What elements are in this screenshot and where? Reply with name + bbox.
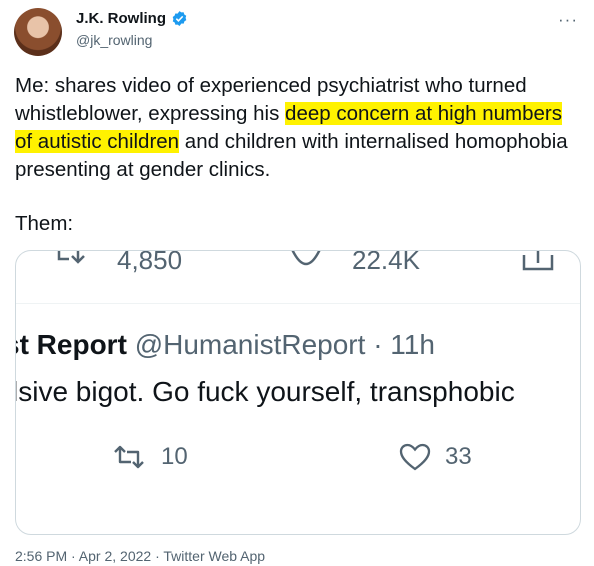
like-icon-top — [291, 251, 321, 266]
top-like-count: 22.4K — [352, 250, 420, 275]
reply-display-name: st Report — [15, 329, 127, 360]
verified-badge-icon — [172, 11, 187, 26]
author-name[interactable]: J.K. Rowling — [76, 10, 166, 27]
reply-retweet: 10 — [111, 443, 188, 471]
reply-text: lsive bigot. Go fuck yourself, transphob… — [15, 376, 515, 407]
tweet-them: Them: — [15, 212, 74, 235]
embed-top-action-bar: 4,850 22.4K — [16, 251, 580, 304]
reply-retweet-count: 10 — [161, 443, 188, 470]
retweet-icon-top — [57, 251, 85, 264]
reply-like: 33 — [399, 443, 472, 471]
tweet-timestamp[interactable]: 2:56 PM · Apr 2, 2022 · Twitter Web App — [15, 548, 265, 564]
reply-like-count: 33 — [445, 443, 472, 470]
avatar[interactable] — [14, 8, 62, 56]
reply-handle-time: @HumanistReport · 11h — [134, 329, 435, 360]
embedded-screenshot[interactable]: 4,850 22.4K st Report @HumanistReport · … — [15, 250, 581, 535]
share-icon-top — [522, 251, 554, 271]
reply-author-row: st Report @HumanistReport · 11h — [15, 329, 435, 361]
heart-icon — [399, 443, 431, 471]
author-handle[interactable]: @jk_rowling — [76, 32, 152, 48]
more-options-icon[interactable]: ··· — [558, 10, 578, 30]
author-name-row[interactable]: J.K. Rowling — [76, 10, 188, 27]
top-retweet-count: 4,850 — [117, 250, 183, 275]
tweet-text: Me: shares video of experienced psychiat… — [15, 72, 580, 184]
retweet-icon — [114, 445, 144, 469]
